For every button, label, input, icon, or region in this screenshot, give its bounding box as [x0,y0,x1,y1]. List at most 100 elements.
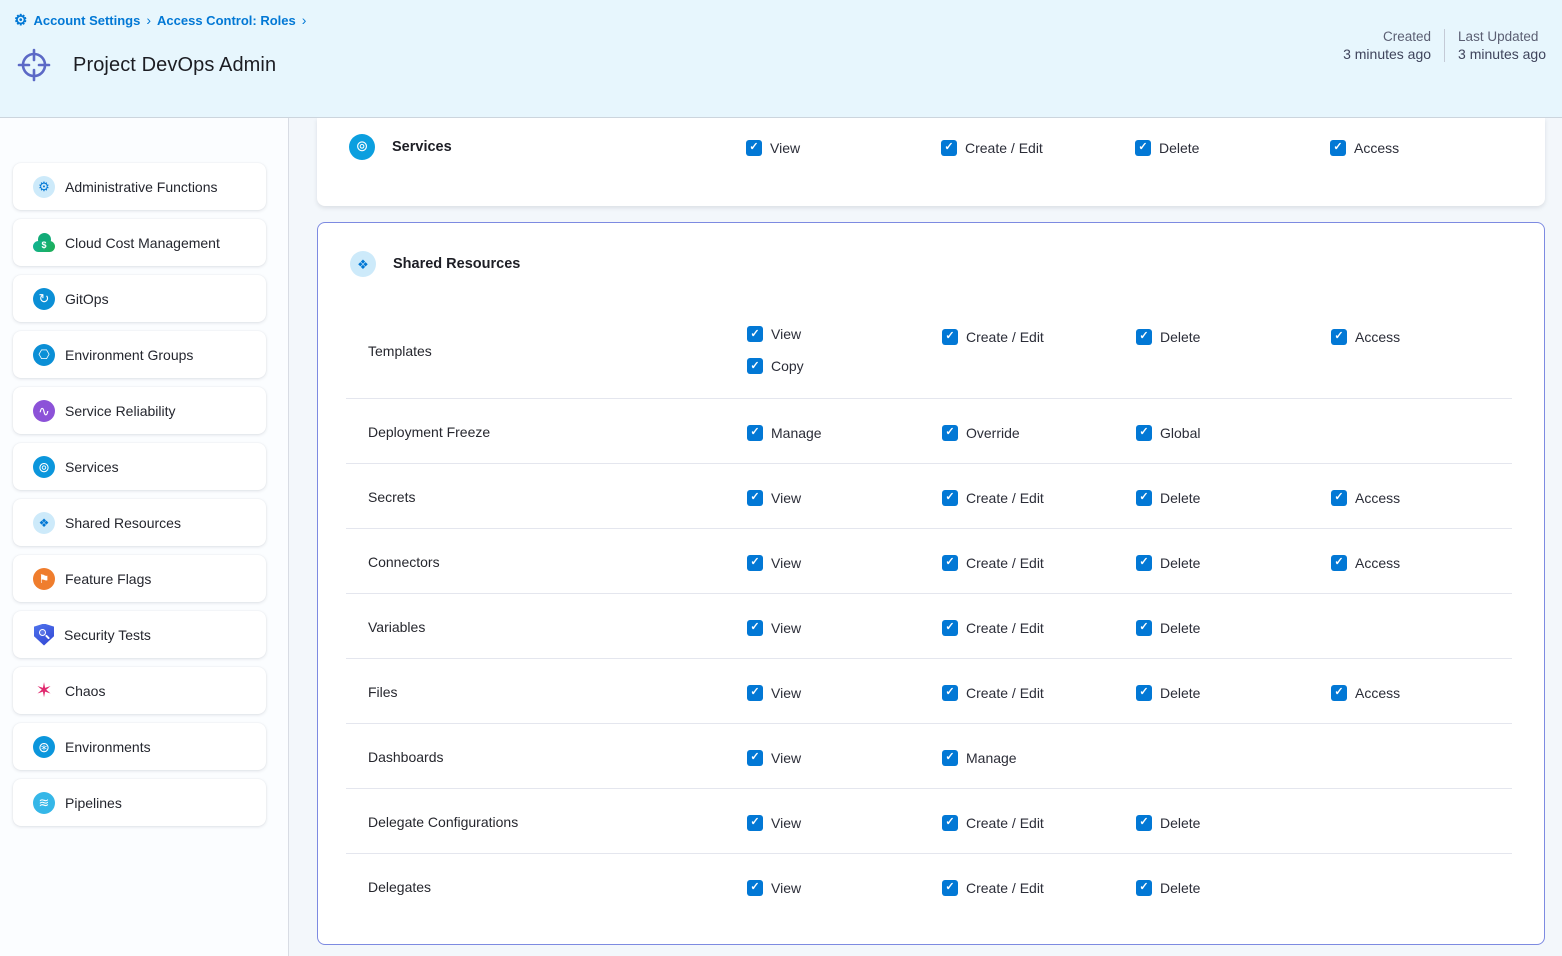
permission-cell: ✓View [747,747,942,766]
view-checkbox[interactable]: ✓View [747,555,801,571]
view-checkbox[interactable]: ✓View [747,685,801,701]
global-checkbox[interactable]: ✓Global [1136,425,1200,441]
chaos-pinwheel-icon: ✶ [33,680,55,702]
access-checkbox[interactable]: ✓ Access [1330,140,1399,156]
create-edit-checkbox[interactable]: ✓Create / Edit [942,555,1044,571]
checkbox-checked-icon: ✓ [942,880,958,896]
view-checkbox[interactable]: ✓ View [746,140,800,156]
manage-checkbox[interactable]: ✓Manage [747,425,822,441]
sidebar-item-service-reliability[interactable]: ∿Service Reliability [13,387,266,434]
create-edit-checkbox[interactable]: ✓ Create / Edit [942,329,1044,345]
created-label: Created [1343,29,1431,44]
checkbox-label: Access [1355,490,1400,506]
breadcrumb-link-account-settings[interactable]: Account Settings [33,13,140,28]
sidebar-item-label: Chaos [65,683,105,699]
sidebar-item-shared-resources[interactable]: ❖Shared Resources [13,499,266,546]
checkbox-checked-icon: ✓ [1331,555,1347,571]
delete-checkbox[interactable]: ✓Delete [1136,815,1200,831]
sidebar-item-environment-groups[interactable]: ⎔Environment Groups [13,331,266,378]
checkbox-checked-icon: ✓ [942,815,958,831]
checkbox-label: Delete [1160,880,1200,896]
sidebar-item-environments[interactable]: ⊛Environments [13,723,266,770]
permission-cell: ✓ Create / Edit [942,877,1136,896]
security-shield-magnifier-icon [34,624,54,646]
permission-cell: ✓View [747,487,942,506]
permission-cell: ✓Create / Edit [942,552,1136,571]
checkbox-label: Create / Edit [966,880,1044,896]
permission-cell: ✓Global [1136,422,1331,441]
permission-cell: ✓Manage [942,747,1136,766]
checkbox-checked-icon: ✓ [1136,490,1152,506]
copy-checkbox[interactable]: ✓Copy [747,358,942,374]
create-edit-checkbox[interactable]: ✓Create / Edit [942,490,1044,506]
environment-groups-icon: ⎔ [33,344,55,366]
services-card-title: Services [392,139,746,155]
checkbox-checked-icon: ✓ [1136,880,1152,896]
checkbox-checked-icon: ✓ [1331,329,1347,345]
create-edit-checkbox[interactable]: ✓ Create / Edit [942,880,1044,896]
checkbox-checked-icon: ✓ [1136,329,1152,345]
shared-resources-card-title: Shared Resources [393,256,520,272]
permission-cell: ✓ View [746,137,941,156]
checkbox-checked-icon: ✓ [747,358,763,374]
sidebar-item-label: Administrative Functions [65,179,218,195]
checkbox-checked-icon: ✓ [747,326,763,342]
access-checkbox[interactable]: ✓Access [1331,490,1400,506]
checkbox-label: Delete [1159,140,1199,156]
sidebar-item-feature-flags[interactable]: ⚑Feature Flags [13,555,266,602]
created-meta: Created 3 minutes ago [1343,29,1431,62]
access-checkbox[interactable]: ✓ Access [1331,555,1400,571]
delete-checkbox[interactable]: ✓Delete [1136,490,1200,506]
checkbox-checked-icon: ✓ [747,685,763,701]
sidebar-item-chaos[interactable]: ✶ Chaos [13,667,266,714]
create-edit-checkbox[interactable]: ✓Create / Edit [942,620,1044,636]
permission-cell: ✓Delete [1136,303,1331,345]
checkbox-label: View [770,140,800,156]
create-edit-checkbox[interactable]: ✓Create / Edit [942,815,1044,831]
sidebar-item-pipelines[interactable]: ≋Pipelines [13,779,266,826]
checkbox-checked-icon: ✓ [1136,685,1152,701]
checkbox-label: Access [1355,329,1400,345]
create-edit-checkbox[interactable]: ✓ Create / Edit [941,140,1043,156]
view-checkbox[interactable]: ✓View [747,880,801,896]
checkbox-checked-icon: ✓ [942,750,958,766]
delete-checkbox[interactable]: ✓Delete [1136,555,1200,571]
sidebar-item-services[interactable]: ⊚Services [13,443,266,490]
sidebar-item-label: Cloud Cost Management [65,235,220,251]
breadcrumb-link-access-control-roles[interactable]: Access Control: Roles [157,13,296,28]
permission-row-connectors: Connectors✓View✓Create / Edit✓Delete✓Acc… [318,529,1544,594]
checkbox-checked-icon: ✓ [942,329,958,345]
checkbox-checked-icon: ✓ [747,620,763,636]
delete-checkbox[interactable]: ✓ Delete [1136,880,1200,896]
checkbox-label: Access [1355,555,1400,571]
checkbox-label: Create / Edit [966,620,1044,636]
last-updated-value: 3 minutes ago [1458,46,1546,62]
service-reliability-icon: ∿ [33,400,55,422]
sidebar-item-administrative-functions[interactable]: ⚙Administrative Functions [13,163,266,210]
checkbox-label: Override [966,425,1020,441]
delete-checkbox[interactable]: ✓Delete [1136,620,1200,636]
sidebar-item-gitops[interactable]: ↻GitOps [13,275,266,322]
checkbox-checked-icon: ✓ [942,425,958,441]
checkbox-label: Create / Edit [966,329,1044,345]
view-checkbox[interactable]: ✓View [747,490,801,506]
delete-checkbox[interactable]: ✓Delete [1136,685,1200,701]
manage-checkbox[interactable]: ✓Manage [942,750,1017,766]
access-checkbox[interactable]: ✓ Access [1331,329,1400,345]
checkbox-checked-icon: ✓ [942,490,958,506]
view-checkbox[interactable]: ✓View [747,620,801,636]
create-edit-checkbox[interactable]: ✓Create / Edit [942,685,1044,701]
sidebar-item-security-tests[interactable]: Security Tests [13,611,266,658]
sidebar-item-cloud-cost-management[interactable]: $Cloud Cost Management [13,219,266,266]
resource-label: Secrets [368,489,747,505]
view-checkbox[interactable]: ✓View [747,750,801,766]
view-checkbox[interactable]: ✓View [747,815,801,831]
delete-checkbox[interactable]: ✓ Delete [1135,140,1199,156]
checkbox-label: Delete [1160,620,1200,636]
override-checkbox[interactable]: ✓ Override [942,425,1020,441]
checkbox-checked-icon: ✓ [1135,140,1151,156]
view-checkbox[interactable]: ✓View [747,326,942,342]
delete-checkbox[interactable]: ✓Delete [1136,329,1200,345]
sidebar-item-label: Services [65,459,119,475]
access-checkbox[interactable]: ✓Access [1331,685,1400,701]
